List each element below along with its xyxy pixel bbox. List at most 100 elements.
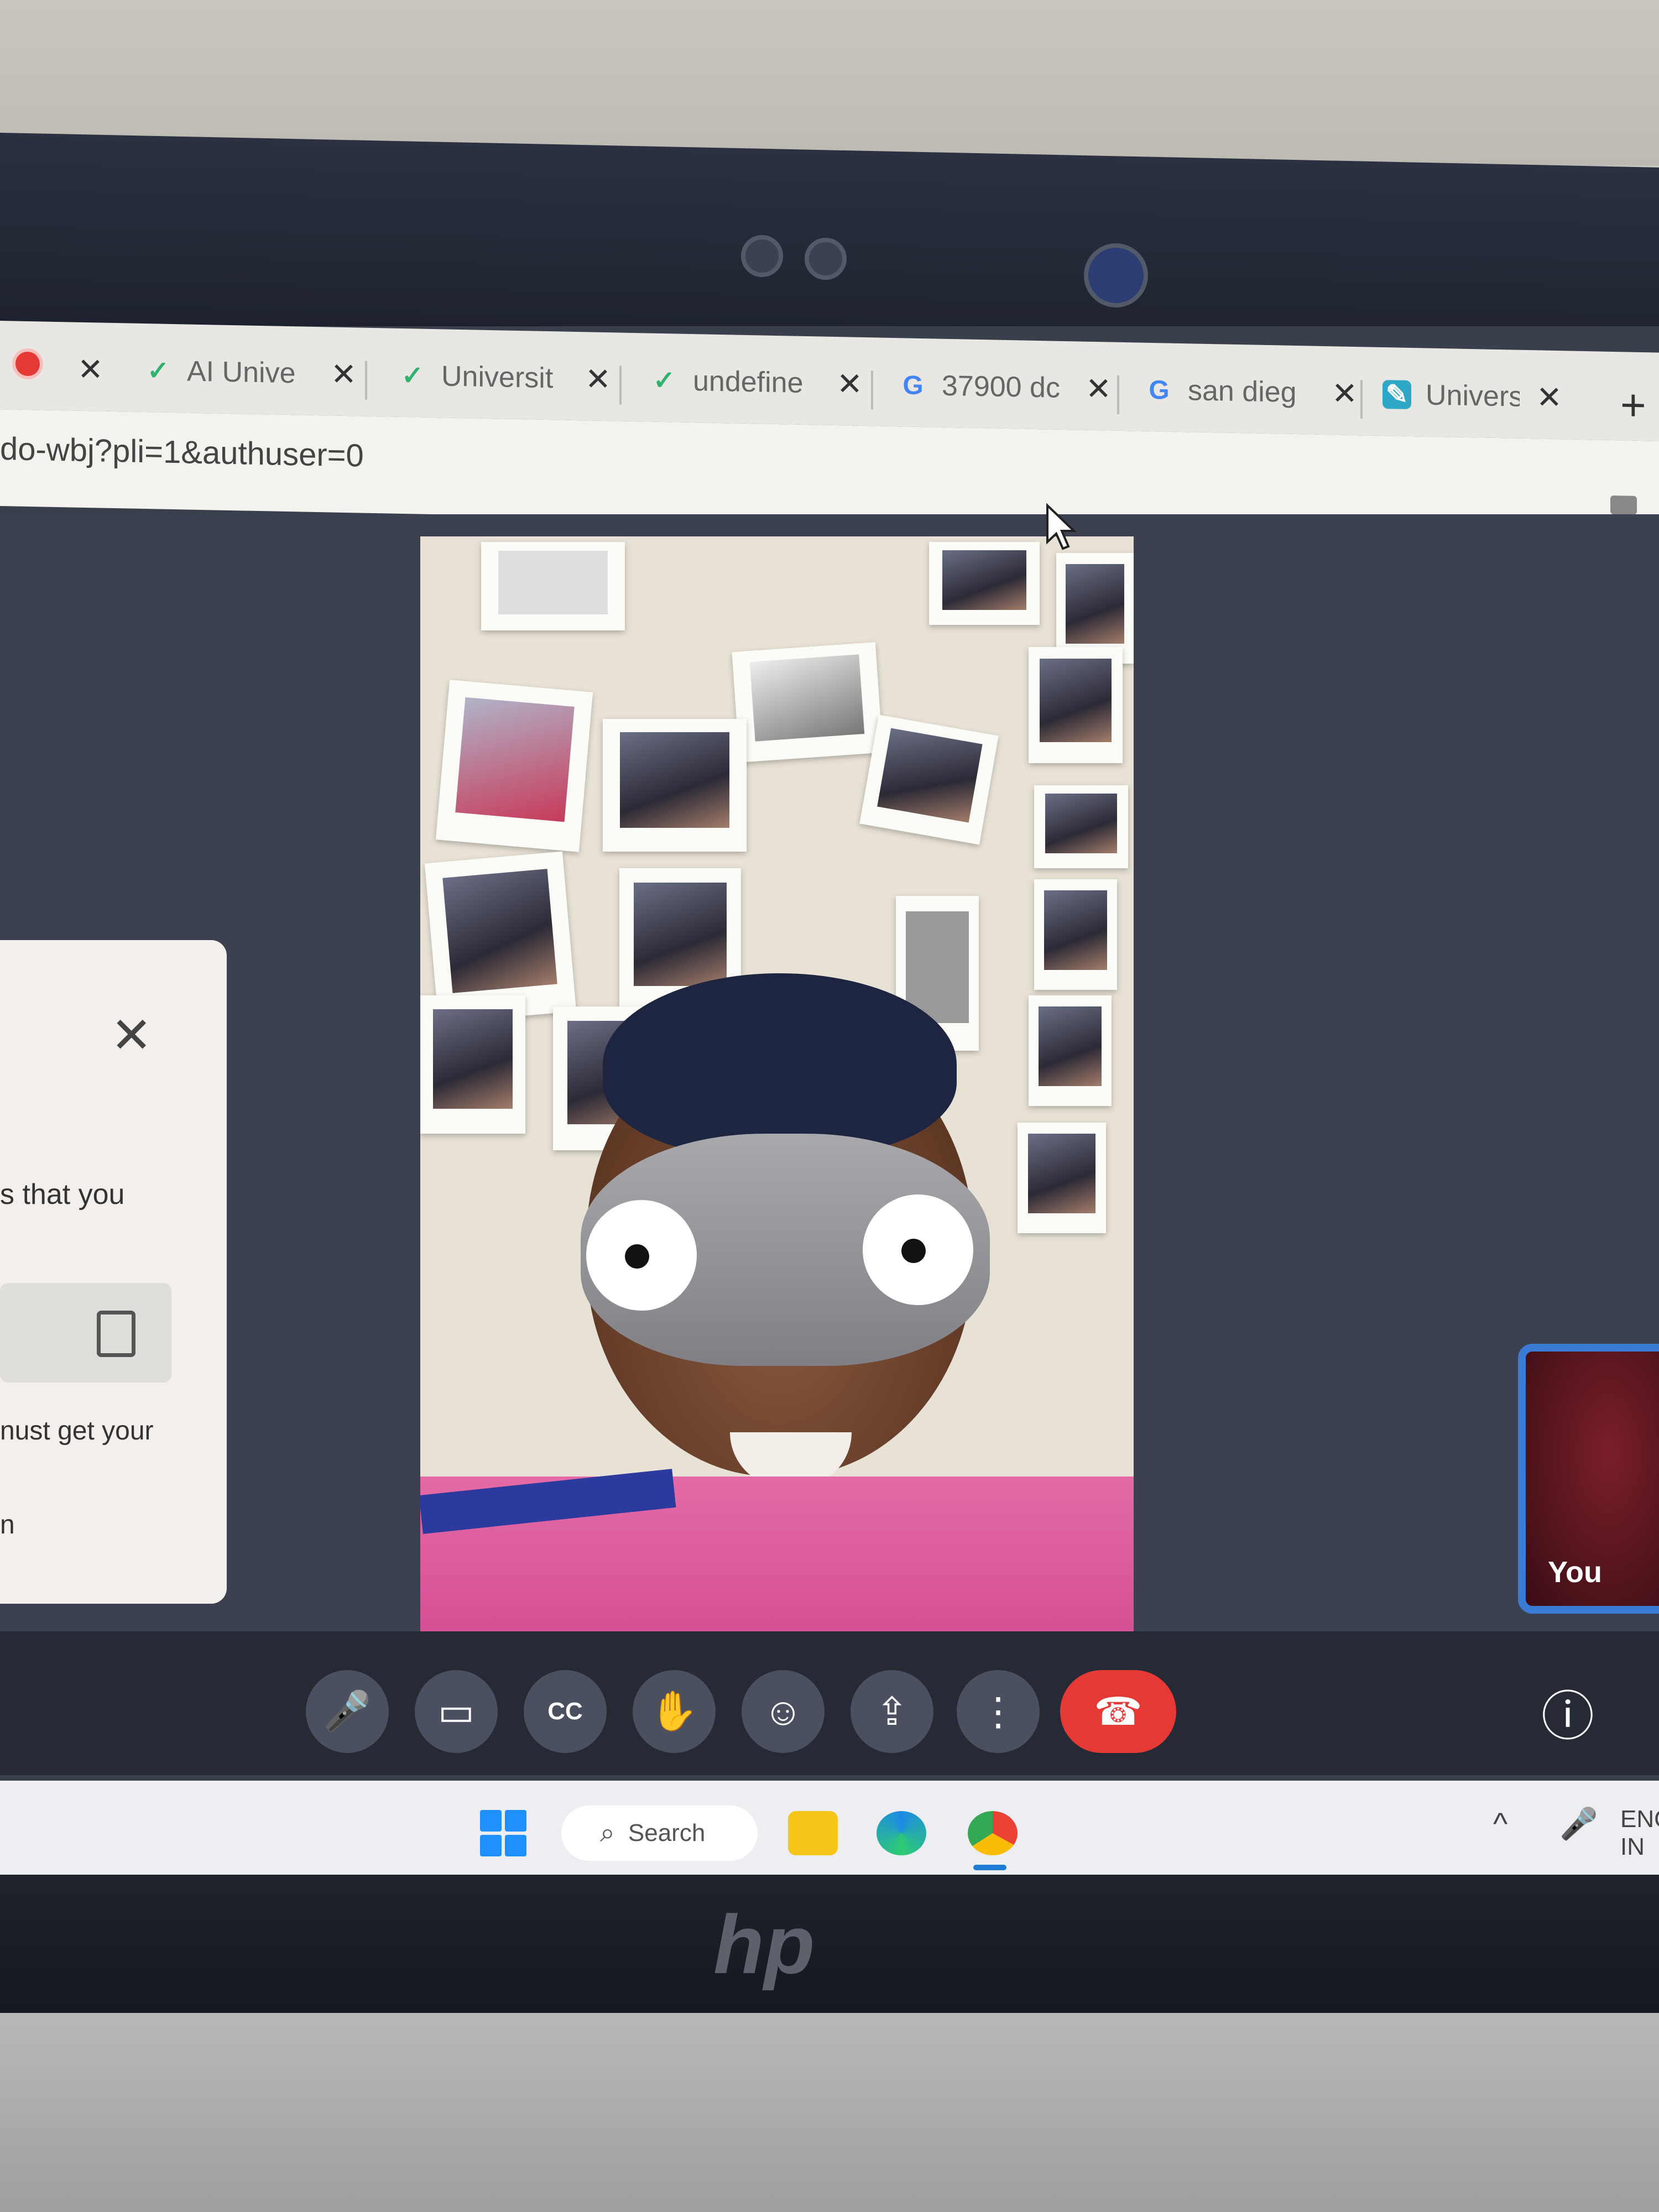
close-icon[interactable]: ✕	[331, 356, 357, 393]
tab-separator	[871, 371, 873, 410]
cartoon-eye	[586, 1200, 697, 1311]
captions-icon: CC	[547, 1698, 583, 1725]
phone-hangup-icon: ☎	[1094, 1690, 1142, 1733]
self-label: You	[1548, 1556, 1602, 1589]
mic-icon: 🎤	[323, 1689, 372, 1733]
tab-separator	[1117, 375, 1119, 414]
copy-icon[interactable]	[97, 1311, 135, 1357]
meeting-controls-bar	[0, 1631, 1659, 1775]
tab-separator	[1360, 380, 1363, 419]
webcam-privacy-icon	[1084, 243, 1148, 307]
person-hair	[603, 973, 957, 1156]
laptop-bezel-bottom	[0, 1875, 1659, 2013]
wall-photo	[1029, 995, 1112, 1106]
tab-title: 37900 dc	[942, 369, 1060, 404]
url-text[interactable]: do-wbj?pli=1&authuser=0	[0, 430, 364, 474]
wall-photo	[1034, 879, 1117, 990]
google-icon: G	[1149, 375, 1170, 405]
search-label: Search	[628, 1819, 706, 1846]
meeting-details-panel: ✕ s that you nust get your n	[0, 940, 227, 1604]
camera-icon: ▭	[437, 1690, 475, 1733]
new-tab-button[interactable]: +	[1620, 379, 1646, 431]
shirt-stripe	[420, 1469, 676, 1534]
close-icon[interactable]: ✕	[837, 366, 863, 403]
hand-icon: ✋	[650, 1689, 698, 1733]
browser-tab[interactable]: ✓ Universit ✕	[398, 351, 611, 404]
browser-tab[interactable]: ✓ AI Unive ✕	[144, 346, 357, 399]
camera-button[interactable]: ▭	[415, 1670, 498, 1753]
region-code: IN	[1620, 1833, 1645, 1860]
pen-icon: ✎	[1383, 380, 1411, 410]
meeting-link-field[interactable]	[0, 1283, 171, 1383]
present-button[interactable]: ⇪	[851, 1670, 933, 1753]
tab-separator	[365, 361, 367, 400]
google-icon: G	[902, 370, 924, 400]
tray-mic-icon[interactable]: 🎤	[1559, 1806, 1598, 1842]
camera-in-use-icon[interactable]	[1610, 495, 1637, 515]
close-icon[interactable]: ✕	[585, 361, 611, 398]
active-app-indicator	[973, 1865, 1006, 1870]
tab-title: Universit	[441, 360, 554, 395]
tab-close-current[interactable]: ✕	[61, 344, 103, 394]
v-icon: ✓	[653, 366, 676, 396]
more-options-button[interactable]: ⋮	[957, 1670, 1040, 1753]
language-indicator[interactable]: ENG IN	[1620, 1806, 1659, 1861]
wall-photo	[603, 719, 747, 852]
laptop-body	[0, 2013, 1659, 2212]
panel-text: nust get your	[0, 1416, 154, 1446]
close-icon[interactable]: ✕	[1536, 379, 1562, 416]
tab-separator	[619, 366, 622, 405]
self-view-tile[interactable]: You	[1518, 1344, 1659, 1614]
tab-title: Universi	[1426, 379, 1520, 414]
sleep-mask	[581, 1134, 990, 1366]
person-shirt	[420, 1469, 1134, 1631]
webcam-lens-icon	[741, 235, 783, 277]
meeting-info-button[interactable]: ⓘ	[1526, 1670, 1609, 1753]
browser-tab[interactable]: G san dieg ✕	[1145, 365, 1358, 419]
cartoon-eye	[863, 1194, 973, 1305]
raise-hand-button[interactable]: ✋	[633, 1670, 716, 1753]
present-icon: ⇪	[875, 1690, 909, 1733]
close-icon[interactable]: ✕	[1086, 371, 1112, 408]
wall-photo	[859, 714, 999, 845]
close-icon[interactable]: ✕	[1332, 375, 1358, 412]
tray-chevron-icon[interactable]: ^	[1493, 1806, 1507, 1841]
recording-dot-icon	[15, 351, 40, 377]
microphone-button[interactable]: 🎤	[306, 1670, 389, 1753]
browser-tab[interactable]: ✎ Universi ✕	[1383, 369, 1562, 422]
browser-tab[interactable]: ✓ undefine ✕	[650, 356, 863, 409]
tab-title: san dieg	[1188, 374, 1297, 409]
emoji-icon: ☺	[763, 1690, 803, 1733]
more-icon: ⋮	[979, 1690, 1018, 1733]
edge-icon[interactable]	[877, 1811, 926, 1855]
file-explorer-icon[interactable]	[788, 1811, 838, 1855]
participant-video	[420, 536, 1134, 1631]
panel-text: n	[0, 1510, 15, 1540]
end-call-button[interactable]: ☎	[1060, 1670, 1176, 1753]
close-icon[interactable]: ✕	[77, 351, 103, 388]
wall-photo	[481, 542, 625, 630]
info-icon: ⓘ	[1541, 1687, 1594, 1746]
close-icon[interactable]: ✕	[111, 1006, 152, 1065]
v-icon: ✓	[401, 361, 424, 391]
reactions-button[interactable]: ☺	[742, 1670, 825, 1753]
wall-photo	[732, 642, 883, 763]
captions-button[interactable]: CC	[524, 1670, 607, 1753]
taskbar-search[interactable]: ⌕ Search	[561, 1806, 758, 1861]
webcam-lens-icon	[805, 238, 847, 280]
chrome-icon[interactable]	[968, 1811, 1018, 1855]
windows-start-icon[interactable]	[480, 1810, 526, 1856]
wall-photo	[1018, 1123, 1106, 1233]
search-icon: ⌕	[600, 1818, 615, 1848]
tab-title: AI Unive	[187, 355, 296, 390]
v-icon: ✓	[147, 356, 170, 386]
tab-title: undefine	[693, 365, 804, 399]
language-code: ENG	[1620, 1806, 1659, 1833]
hp-logo: hp	[713, 1898, 815, 1991]
mouse-cursor-icon	[1046, 503, 1077, 550]
wall-photo	[420, 995, 525, 1134]
browser-tab[interactable]: G 37900 dc ✕	[899, 360, 1112, 414]
wall-photo	[1029, 647, 1123, 763]
wall-photo	[1034, 785, 1128, 868]
wall-photo	[435, 680, 593, 852]
